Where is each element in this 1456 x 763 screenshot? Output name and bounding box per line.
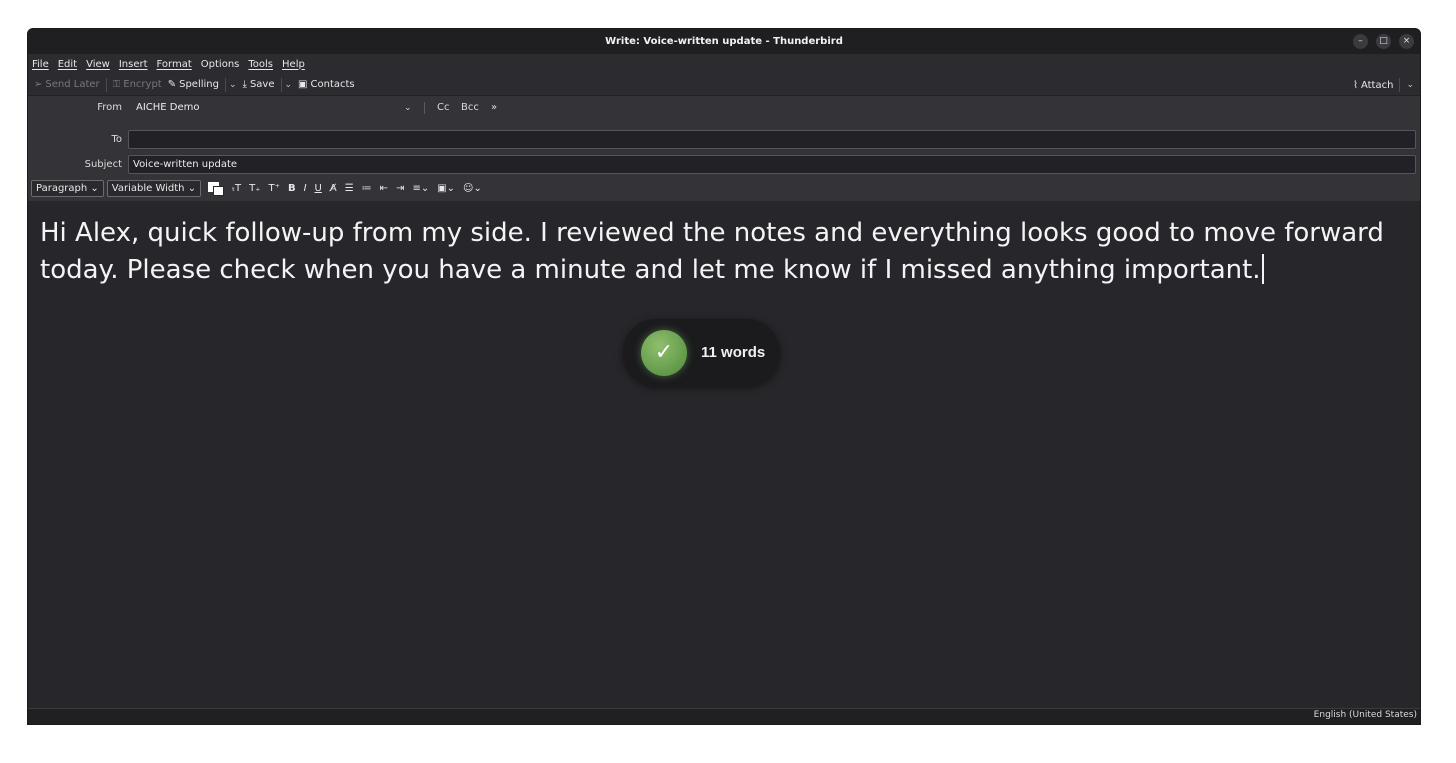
smaller-text-icon[interactable]: T₊ [249, 183, 260, 194]
message-body[interactable]: Hi Alex, quick follow-up from my side. I… [28, 201, 1420, 711]
larger-text-icon[interactable]: T⁺ [269, 183, 280, 194]
close-button[interactable]: × [1399, 34, 1414, 49]
toolbar-separator [1399, 78, 1401, 92]
toolbar-right: ⌇ Attach ⌄ [1353, 74, 1414, 96]
paragraph-format-select[interactable]: Paragraph ⌄ [31, 180, 104, 197]
toolbar-separator [280, 77, 282, 92]
window-controls: – □ × [1353, 34, 1414, 49]
to-field[interactable] [128, 130, 1416, 149]
menu-insert[interactable]: Insert [119, 59, 148, 70]
contacts-button[interactable]: ▣ Contacts [298, 79, 355, 90]
cc-button[interactable]: Cc [437, 98, 449, 118]
underline-icon[interactable]: U [315, 183, 322, 194]
emoji-icon[interactable]: ☺⌄ [463, 183, 482, 194]
contacts-label: Contacts [310, 79, 355, 90]
word-count-label: 11 words [701, 344, 766, 361]
minimize-button[interactable]: – [1353, 34, 1368, 49]
menu-tools[interactable]: Tools [248, 59, 273, 70]
to-row: To [28, 130, 1420, 150]
encrypt-button[interactable]: ⚿ Encrypt [113, 79, 162, 90]
menu-view[interactable]: View [86, 59, 110, 70]
subject-field[interactable]: Voice-written update [128, 155, 1416, 174]
window-title: Write: Voice-written update - Thunderbir… [605, 36, 843, 47]
bulleted-list-icon[interactable]: ☰ [345, 183, 354, 194]
bold-icon[interactable]: B [288, 183, 296, 194]
indent-icon[interactable]: ⇥ [396, 183, 404, 194]
status-bar: English (United States) [28, 708, 1420, 724]
insert-image-icon[interactable]: ▣⌄ [437, 183, 455, 194]
body-text[interactable]: Hi Alex, quick follow-up from my side. I… [40, 215, 1410, 289]
spelling-label: Spelling [179, 79, 219, 90]
outdent-icon[interactable]: ⇤ [380, 183, 388, 194]
address-book-icon: ▣ [298, 79, 308, 90]
menu-edit[interactable]: Edit [58, 59, 77, 70]
font-select[interactable]: Variable Width ⌄ [106, 180, 202, 197]
text-color-picker[interactable] [208, 181, 225, 196]
encrypt-label: Encrypt [123, 79, 162, 90]
save-label: Save [249, 79, 275, 90]
paragraph-format-label: Paragraph [36, 183, 88, 194]
attach-dropdown-chevron-icon[interactable]: ⌄ [1406, 80, 1414, 90]
body-content: Hi Alex, quick follow-up from my side. I… [40, 218, 1384, 285]
paperclip-icon: ⌇ [1353, 79, 1358, 91]
spelling-button[interactable]: ✎ Spelling [168, 79, 219, 90]
save-dropdown-chevron-icon[interactable]: ⌄ [285, 80, 293, 90]
send-later-label: Send Later [45, 79, 100, 90]
maximize-button[interactable]: □ [1376, 34, 1391, 49]
to-label: To [111, 134, 122, 145]
numbered-list-icon[interactable]: ≔ [362, 183, 372, 194]
from-label: From [97, 102, 122, 113]
spellcheck-icon: ✎ [167, 79, 177, 90]
save-button[interactable]: ⤓ Save [243, 79, 275, 90]
menu-format[interactable]: Format [157, 59, 192, 70]
from-select[interactable]: AICHE Demo [136, 98, 200, 118]
subject-label: Subject [84, 159, 122, 170]
attach-button[interactable]: ⌇ Attach [1353, 80, 1393, 91]
menu-options[interactable]: Options [201, 59, 240, 70]
spelling-dropdown-chevron-icon[interactable]: ⌄ [229, 80, 237, 90]
download-icon: ⤓ [242, 79, 247, 90]
toolbar-separator [224, 77, 226, 92]
format-toolbar: Paragraph ⌄ Variable Width ⌄ ₜT T₊ T⁺ B … [28, 178, 1420, 199]
attach-label: Attach [1360, 79, 1394, 91]
checkmark-icon: ✓ [641, 329, 687, 376]
bcc-button[interactable]: Bcc [461, 98, 479, 118]
language-indicator[interactable]: English (United States) [1314, 710, 1417, 720]
text-cursor [1261, 254, 1264, 284]
header-separator [424, 102, 425, 114]
title-bar: Write: Voice-written update - Thunderbir… [28, 29, 1420, 54]
font-label: Variable Width [111, 183, 185, 194]
send-later-button[interactable]: ➢ Send Later [34, 79, 100, 90]
chevron-down-icon[interactable]: ⌄ [404, 98, 412, 118]
menu-bar: File Edit View Insert Format Options Too… [28, 54, 1420, 74]
word-count-toast: ✓ 11 words [623, 319, 780, 386]
message-header: From AICHE Demo ⌄ Cc Bcc » To Subject Vo… [28, 96, 1420, 201]
lock-icon: ⚿ [112, 79, 121, 90]
menu-help[interactable]: Help [282, 59, 305, 70]
menu-file[interactable]: File [32, 59, 49, 70]
compose-toolbar: ➢ Send Later ⚿ Encrypt ✎ Spelling ⌄ ⤓ Sa… [28, 74, 1420, 96]
more-fields-icon[interactable]: » [491, 98, 497, 118]
subject-row: Subject Voice-written update [28, 155, 1420, 175]
from-row: From AICHE Demo ⌄ Cc Bcc » [28, 98, 1420, 118]
italic-icon[interactable]: I [304, 183, 307, 194]
toolbar-separator [105, 77, 107, 92]
remove-formatting-icon[interactable]: A̸ [330, 183, 337, 194]
align-icon[interactable]: ≡⌄ [412, 183, 429, 194]
font-size-icon[interactable]: ₜT [232, 183, 241, 194]
send-icon: ➢ [34, 79, 43, 90]
